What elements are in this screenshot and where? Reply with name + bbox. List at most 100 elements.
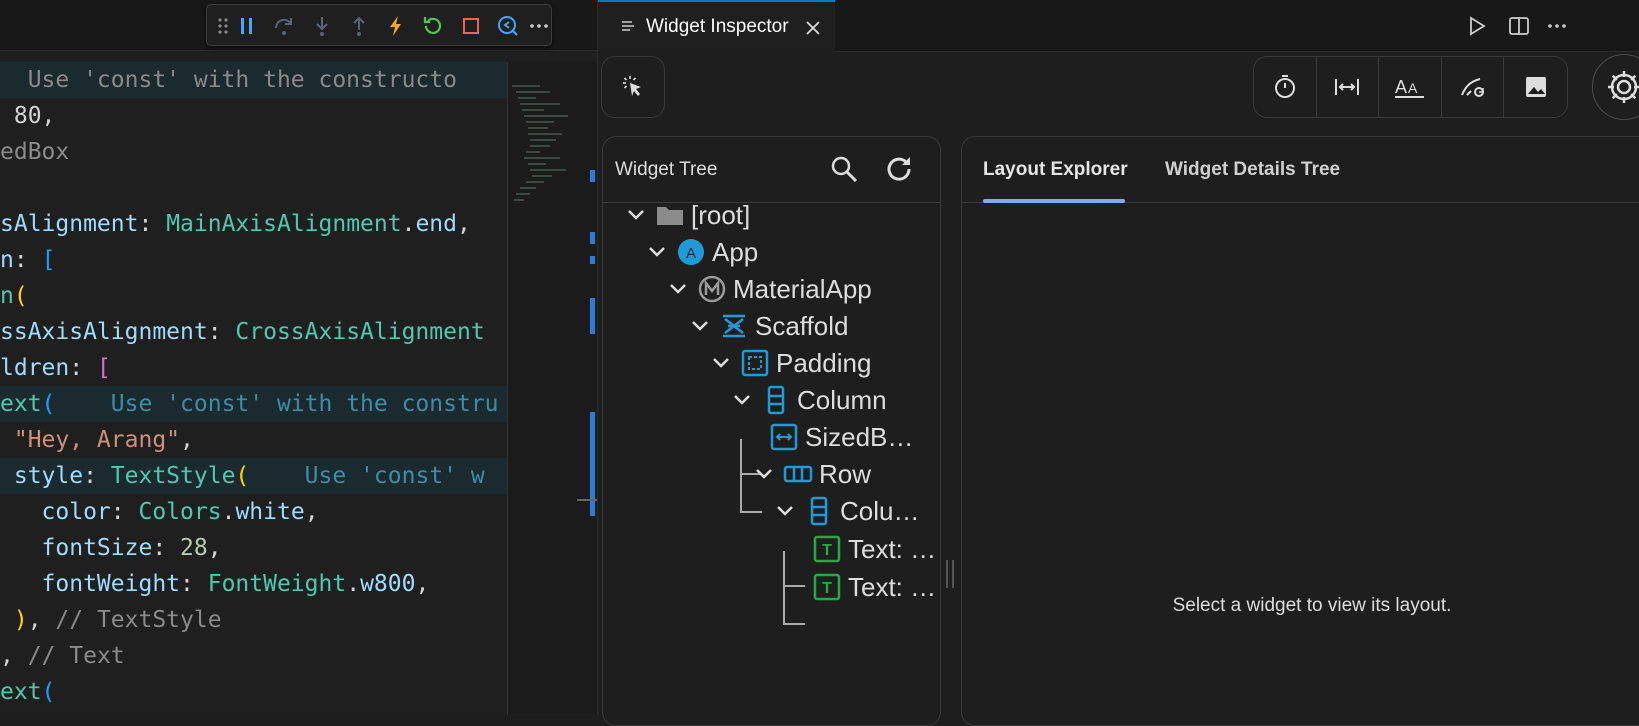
scroll-thumb[interactable] bbox=[577, 499, 597, 501]
code-line[interactable]: Use 'const' with the constructo bbox=[0, 62, 507, 98]
split-editor-icon[interactable] bbox=[1508, 15, 1530, 37]
tree-node-sizedbox[interactable]: SizedB… bbox=[769, 419, 913, 455]
tree-node-label: Scaffold bbox=[755, 310, 849, 341]
code-token: ldren bbox=[0, 355, 70, 381]
code-token: ext bbox=[0, 391, 42, 417]
chevron-down-icon[interactable] bbox=[710, 352, 732, 374]
chevron-down-icon[interactable] bbox=[667, 278, 689, 300]
layout-tabs: Layout Explorer Widget Details Tree bbox=[962, 137, 1639, 203]
highlight-repaints-button[interactable] bbox=[1442, 57, 1505, 117]
chevron-down-icon[interactable] bbox=[774, 500, 796, 522]
code-token: // Text bbox=[27, 643, 125, 669]
debug-toolbar bbox=[206, 4, 552, 46]
code-line[interactable]: fontSize: 28, bbox=[0, 530, 507, 566]
image-icon bbox=[1525, 77, 1546, 97]
code-line[interactable]: style: TextStyle( Use 'const' w bbox=[0, 458, 507, 494]
tree-node-text-2[interactable]: T Text: … bbox=[812, 569, 936, 605]
code-line[interactable]: ext( Use 'const' with the constru bbox=[0, 386, 507, 422]
restart-icon[interactable] bbox=[421, 14, 445, 38]
chevron-down-icon[interactable] bbox=[646, 241, 668, 263]
code-token: , bbox=[207, 535, 222, 561]
code-token: w800 bbox=[360, 571, 416, 597]
code-token: : bbox=[180, 571, 208, 597]
chevron-down-icon[interactable] bbox=[753, 463, 775, 485]
tree-node-column[interactable]: Column bbox=[731, 382, 887, 418]
show-baselines-button[interactable]: AA bbox=[1379, 57, 1442, 117]
chevron-down-icon[interactable] bbox=[689, 315, 711, 337]
run-icon[interactable] bbox=[1466, 15, 1488, 37]
close-icon[interactable] bbox=[804, 19, 822, 37]
chevron-down-icon[interactable] bbox=[731, 389, 753, 411]
devtools-icon[interactable] bbox=[496, 14, 520, 38]
code-line[interactable] bbox=[0, 170, 507, 206]
step-out-icon[interactable] bbox=[347, 14, 371, 38]
tree-node-root[interactable]: [root] bbox=[625, 197, 750, 233]
code-token: 28 bbox=[180, 535, 208, 561]
tab-widget-details-tree[interactable]: Widget Details Tree bbox=[1165, 159, 1340, 181]
tab-layout-explorer[interactable]: Layout Explorer bbox=[983, 159, 1128, 181]
more-actions-icon[interactable] bbox=[1546, 15, 1568, 37]
svg-text:T: T bbox=[822, 542, 832, 559]
gear-icon bbox=[1608, 71, 1639, 103]
code-token: FontWeight bbox=[207, 571, 347, 597]
code-line[interactable]: ext( bbox=[0, 674, 507, 710]
code-token: . bbox=[401, 211, 416, 237]
code-line[interactable]: ), // TextStyle bbox=[0, 602, 507, 638]
tree-node-column-2[interactable]: Colu… bbox=[774, 493, 919, 529]
code-line[interactable]: ssAxisAlignment: CrossAxisAlignment bbox=[0, 314, 507, 350]
code-area[interactable]: Use 'const' with the constructo 80, edBox… bbox=[0, 62, 507, 714]
tree-node-app[interactable]: A App bbox=[646, 234, 758, 270]
tree-node-scaffold[interactable]: Scaffold bbox=[689, 308, 848, 344]
code-line[interactable]: edBox bbox=[0, 134, 507, 170]
minimap[interactable] bbox=[507, 62, 577, 714]
tree-node-row[interactable]: Row bbox=[753, 456, 871, 492]
column-icon bbox=[767, 385, 785, 415]
refresh-icon[interactable] bbox=[885, 154, 915, 184]
padding-icon bbox=[741, 349, 769, 377]
active-tab-indicator bbox=[983, 199, 1125, 203]
code-line[interactable]: "Hey, Arang", bbox=[0, 422, 507, 458]
settings-button[interactable] bbox=[1592, 54, 1639, 120]
show-guidelines-button[interactable] bbox=[1317, 57, 1380, 117]
code-line[interactable]: n( bbox=[0, 278, 507, 314]
code-line[interactable]: sAlignment: MainAxisAlignment.end, bbox=[0, 206, 507, 242]
code-token: : bbox=[207, 319, 236, 345]
invert-oversized-images-button[interactable] bbox=[1504, 57, 1567, 117]
step-over-icon[interactable] bbox=[272, 14, 296, 38]
code-line[interactable]: color: Colors.white, bbox=[0, 494, 507, 530]
pause-icon[interactable] bbox=[235, 14, 259, 38]
step-into-icon[interactable] bbox=[310, 14, 334, 38]
widget-tree-card: Widget Tree [root] A App MaterialApp Sca… bbox=[602, 136, 941, 726]
code-token: style bbox=[0, 463, 84, 489]
code-token: [ bbox=[41, 247, 56, 273]
tree-node-label: Row bbox=[819, 458, 872, 489]
tree-node-text-1[interactable]: T Text: … bbox=[812, 531, 936, 567]
app-icon: A bbox=[678, 239, 704, 265]
code-line[interactable]: n: [ bbox=[0, 242, 507, 278]
code-token: , bbox=[457, 211, 471, 237]
tab-widget-inspector[interactable]: Widget Inspector bbox=[598, 0, 835, 52]
drag-handle-icon[interactable] bbox=[211, 14, 235, 38]
code-token: : bbox=[152, 535, 181, 561]
select-widget-mode-button[interactable] bbox=[601, 56, 665, 118]
slow-animations-button[interactable] bbox=[1254, 57, 1317, 117]
tree-node-padding[interactable]: Padding bbox=[710, 345, 871, 381]
code-line[interactable]: ldren: [ bbox=[0, 350, 507, 386]
code-line[interactable]: , // Text bbox=[0, 638, 507, 674]
search-icon[interactable] bbox=[829, 154, 859, 184]
split-resize-handle[interactable] bbox=[946, 560, 954, 588]
tree-node-materialapp[interactable]: MaterialApp bbox=[667, 271, 872, 307]
code-token: ext bbox=[0, 679, 42, 705]
stop-icon[interactable] bbox=[459, 14, 483, 38]
more-icon[interactable] bbox=[527, 14, 551, 38]
code-token: color bbox=[0, 499, 111, 525]
timer-icon bbox=[1274, 75, 1295, 98]
chevron-down-icon[interactable] bbox=[625, 204, 647, 226]
code-editor[interactable]: Use 'const' with the constructo 80, edBox… bbox=[0, 0, 597, 714]
folder-icon bbox=[657, 207, 683, 225]
code-line[interactable]: 80, bbox=[0, 98, 507, 134]
code-token: , bbox=[27, 607, 56, 633]
editor-scrollbar[interactable] bbox=[577, 62, 597, 714]
code-line[interactable]: fontWeight: FontWeight.w800, bbox=[0, 566, 507, 602]
hot-reload-icon[interactable] bbox=[384, 14, 408, 38]
